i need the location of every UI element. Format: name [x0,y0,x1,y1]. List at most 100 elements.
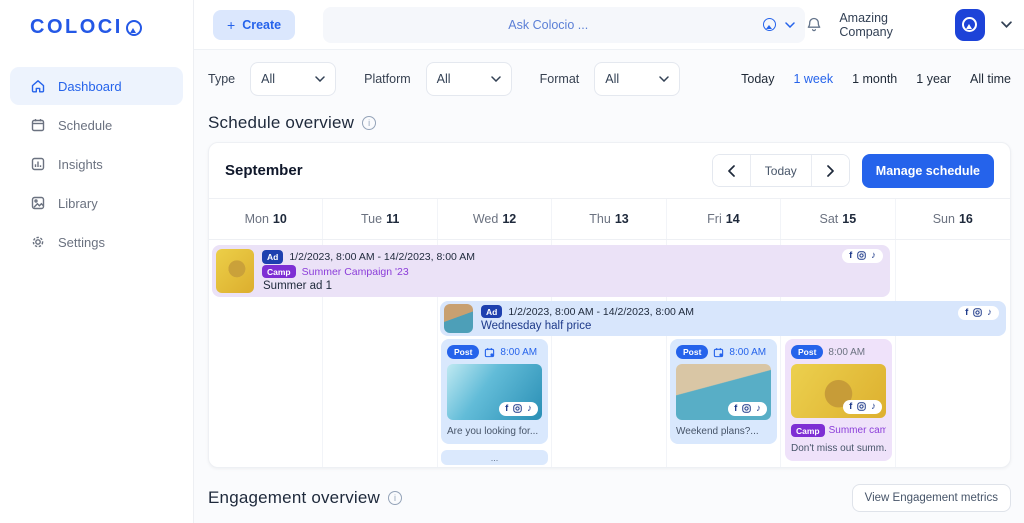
company-avatar[interactable] [955,9,985,41]
company-name[interactable]: Amazing Company [839,11,939,39]
info-icon[interactable] [388,491,402,505]
library-icon [30,195,46,211]
engagement-section-title: Engagement overview [208,488,380,508]
post-time: 8:00 AM [500,347,537,358]
instagram-icon [513,404,522,413]
engagement-section-header: Engagement overview View Engagement metr… [208,484,1011,512]
facebook-icon: f [849,402,852,412]
chevron-down-icon [315,76,325,82]
tiktok-icon: ♪ [871,402,876,412]
format-filter-value: All [605,72,619,86]
day-header-sat: Sat15 [781,199,895,239]
account-chevron-down-icon[interactable] [1001,21,1012,28]
ad-badge: Ad [481,305,502,318]
campaign-name: Summer Campaign '23 [302,266,409,278]
calendar-icon [30,117,46,133]
sidebar-item-library[interactable]: Library [10,184,183,222]
sidebar-item-schedule[interactable]: Schedule [10,106,183,144]
type-filter-select[interactable]: All [250,62,336,96]
type-filter-value: All [261,72,275,86]
sidebar-item-label: Dashboard [58,79,122,94]
calendar-next-button[interactable] [812,155,849,186]
sidebar-item-label: Insights [58,157,103,172]
calendar-today-button[interactable]: Today [750,155,812,186]
day-header-fri: Fri14 [667,199,781,239]
tiktok-icon: ♪ [871,251,876,261]
range-1-month[interactable]: 1 month [852,72,897,86]
tiktok-icon: ♪ [756,404,761,414]
post-image: f ♪ [791,364,886,418]
chevron-down-icon [491,76,501,82]
platform-filter-value: All [437,72,451,86]
notifications-bell-icon[interactable] [805,16,823,34]
create-button[interactable]: + Create [213,10,295,40]
event-thumbnail [216,249,254,293]
range-1-week[interactable]: 1 week [793,72,833,86]
chevron-down-icon[interactable] [785,22,795,28]
post-caption: Don't miss out summ... [791,443,886,454]
sidebar-item-label: Settings [58,235,105,250]
sidebar-nav: Dashboard Schedule Insights Library [0,67,193,261]
type-filter-group: Type All [208,62,336,96]
range-today[interactable]: Today [741,72,774,86]
info-icon[interactable] [362,116,376,130]
campaign-badge: Camp [262,265,296,278]
app-window: COLOCI Dashboard Schedule Insights [0,0,1024,523]
day-header-tue: Tue11 [323,199,437,239]
platform-icons: f ♪ [499,402,538,417]
instagram-icon [742,404,751,413]
tiktok-icon: ♪ [987,308,992,318]
colocio-logo[interactable]: COLOCI [0,0,193,39]
post-badge: Post [447,345,479,359]
day-header-sun: Sun16 [896,199,1010,239]
schedule-calendar-card: September Today Manage schedule [208,142,1011,468]
facebook-icon: f [734,404,737,414]
logo-text: COLOCI [30,16,123,39]
sidebar: COLOCI Dashboard Schedule Insights [0,0,194,523]
facebook-icon: f [849,251,852,261]
platform-filter-group: Platform All [364,62,512,96]
format-filter-group: Format All [540,62,681,96]
facebook-icon: f [505,404,508,414]
sidebar-item-label: Schedule [58,118,112,133]
calendar-body: Ad 1/2/2023, 8:00 AM - 14/2/2023, 8:00 A… [209,240,1010,468]
range-1-year[interactable]: 1 year [916,72,951,86]
calendar-prev-button[interactable] [713,155,750,186]
post-card-friday[interactable]: Post 8:00 AM f ♪ Weekend plans?... [670,339,777,444]
day-header-wed: Wed12 [438,199,552,239]
post-image: f ♪ [447,364,542,420]
post-card-wednesday[interactable]: Post 8:00 AM f ♪ Are you looking for... [441,339,548,444]
manage-schedule-button[interactable]: Manage schedule [862,154,994,188]
event-summer-ad-1[interactable]: Ad 1/2/2023, 8:00 AM - 14/2/2023, 8:00 A… [212,245,890,297]
view-engagement-metrics-button[interactable]: View Engagement metrics [852,484,1011,512]
search-input[interactable]: Ask Colocio ... [323,7,805,43]
event-wednesday-half-price[interactable]: Ad 1/2/2023, 8:00 AM - 14/2/2023, 8:00 A… [440,301,1006,336]
format-filter-label: Format [540,72,580,86]
tiktok-icon: ♪ [527,404,532,414]
type-filter-label: Type [208,72,235,86]
format-filter-select[interactable]: All [594,62,680,96]
post-badge: Post [791,345,823,359]
colocio-o-mark-icon [126,20,142,36]
platform-filter-select[interactable]: All [426,62,512,96]
event-title: Wednesday half price [481,320,694,332]
sidebar-item-settings[interactable]: Settings [10,223,183,261]
colocio-mini-logo-icon[interactable] [763,18,776,31]
day-header-mon: Mon10 [209,199,323,239]
instagram-icon [857,251,866,260]
more-posts-pill[interactable]: ... [441,450,548,465]
event-datetime: 1/2/2023, 8:00 AM - 14/2/2023, 8:00 AM [289,251,475,263]
range-all-time[interactable]: All time [970,72,1011,86]
calendar-month-label: September [225,162,303,179]
scheduled-calendar-icon [713,347,724,358]
post-badge: Post [676,345,708,359]
post-time: 8:00 AM [828,347,865,358]
post-time: 8:00 AM [729,347,766,358]
post-image: f ♪ [676,364,771,420]
avatar-logo-icon [962,17,977,32]
sidebar-item-insights[interactable]: Insights [10,145,183,183]
sidebar-item-dashboard[interactable]: Dashboard [10,67,183,105]
campaign-name: Summer camp... [829,425,886,436]
post-card-saturday[interactable]: Post 8:00 AM f ♪ Camp Summe [785,339,892,461]
day-header-thu: Thu13 [552,199,666,239]
